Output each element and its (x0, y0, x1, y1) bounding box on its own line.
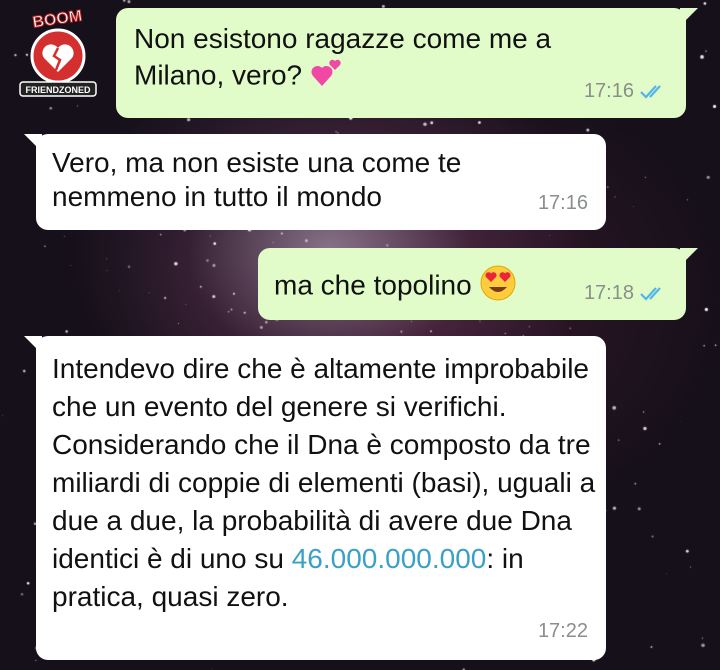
message-meta: 17:18 (584, 276, 668, 310)
message-text: ma che topolino (274, 269, 472, 301)
double-check-icon (640, 287, 661, 301)
timestamp: 17:22 (537, 620, 588, 642)
number-link[interactable]: 46.000.000.000 (292, 543, 487, 574)
timestamp: 17:18 (583, 282, 634, 304)
outgoing-message[interactable]: ma che topolino 17:18 (258, 248, 698, 320)
heart-eyes-emoji (479, 264, 517, 310)
logo-top-text: BOOM (32, 8, 84, 31)
message-text: Vero, ma non esiste una come te nemmeno … (52, 147, 462, 212)
incoming-message[interactable]: Vero, ma non esiste una come te nemmeno … (24, 134, 606, 230)
double-check-icon (640, 85, 661, 99)
logo-bottom-text: FRIENDZONED (26, 85, 92, 95)
message-meta: 17:16 (538, 186, 588, 220)
two-hearts-emoji (310, 56, 344, 98)
message-meta: 17:22 (538, 612, 588, 650)
timestamp: 17:16 (583, 80, 634, 102)
outgoing-message[interactable]: Non esistono ragazze come me a Milano, v… (116, 8, 698, 118)
boom-friendzoned-logo: BOOM FRIENDZONED (16, 7, 100, 100)
incoming-message[interactable]: Intendevo dire che è altamente improbabi… (24, 336, 606, 660)
message-meta: 17:16 (584, 74, 668, 108)
message-text: Intendevo dire che è altamente improbabi… (52, 353, 596, 574)
timestamp: 17:16 (537, 192, 588, 214)
